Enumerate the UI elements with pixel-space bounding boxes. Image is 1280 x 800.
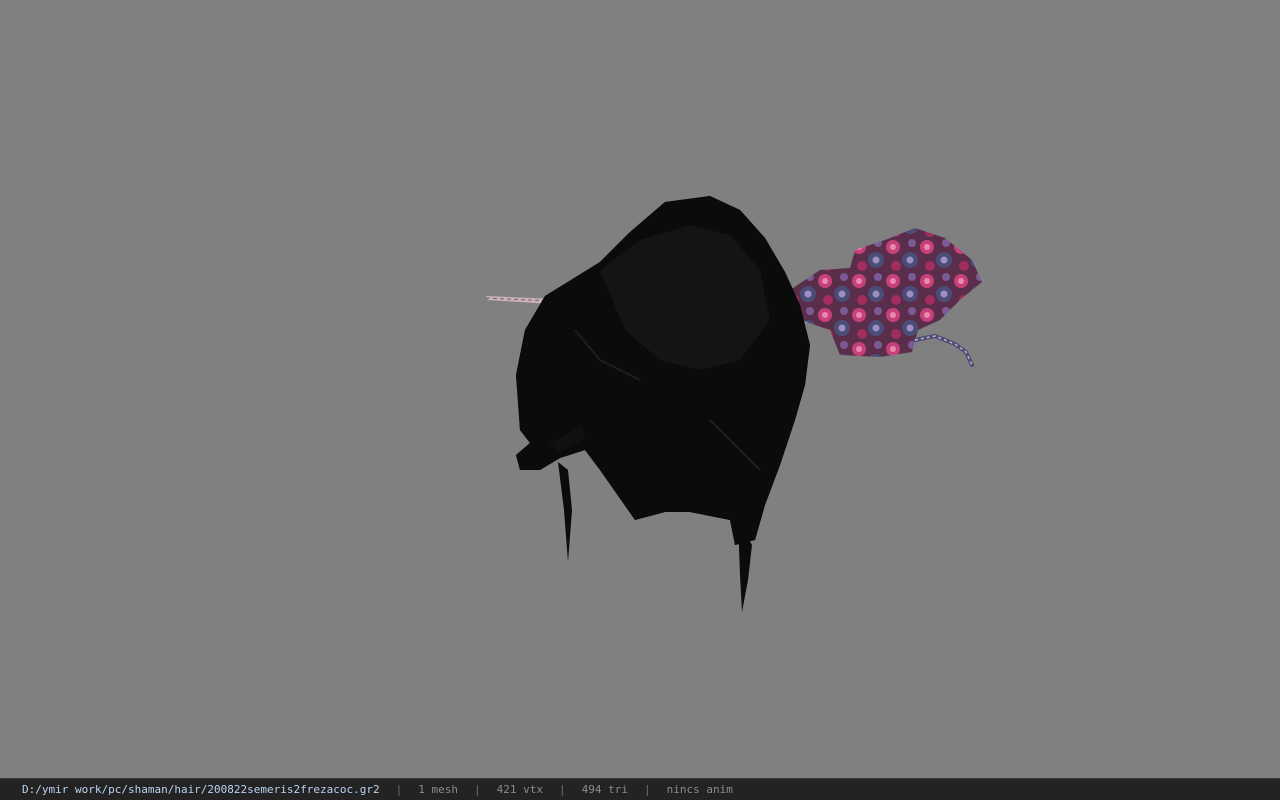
3d-viewport[interactable] xyxy=(0,0,1280,778)
separator: | xyxy=(643,783,651,796)
animation-status: nincs anim xyxy=(666,783,733,796)
hair-mass xyxy=(516,196,810,612)
status-bar: D:/ymir work/pc/shaman/hair/200822semeri… xyxy=(0,778,1280,800)
separator: | xyxy=(558,783,566,796)
separator: | xyxy=(474,783,481,796)
mesh-count: 1 mesh xyxy=(418,783,458,796)
separator: | xyxy=(395,783,403,796)
floral-ornament xyxy=(790,228,982,367)
triangle-count: 494 tri xyxy=(581,783,628,796)
file-path: D:/ymir work/pc/shaman/hair/200822semeri… xyxy=(22,783,380,796)
vertex-count: 421 vtx xyxy=(496,783,543,796)
model-render[interactable] xyxy=(0,0,1280,778)
